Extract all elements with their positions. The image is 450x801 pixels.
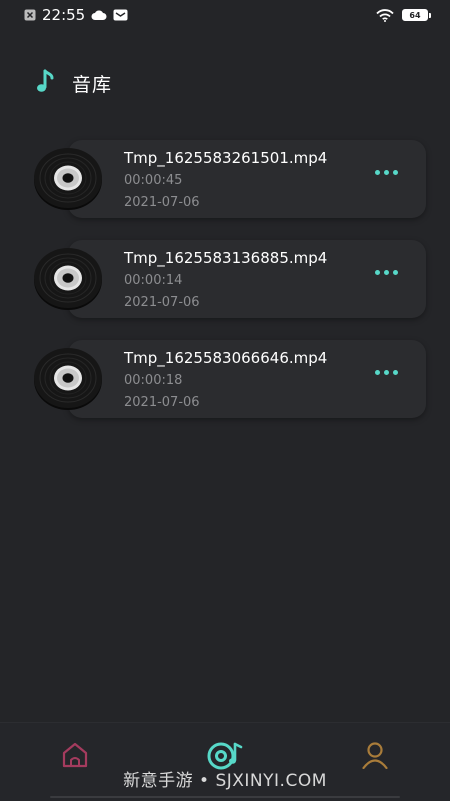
message-icon — [113, 9, 128, 21]
more-options-icon[interactable] — [375, 170, 398, 175]
wifi-icon — [376, 8, 394, 22]
watermark: 新意手游 • SJXINYI.COM — [123, 771, 327, 791]
file-card[interactable]: Tmp_1625583261501.mp4 00:00:45 2021-07-0… — [24, 140, 426, 220]
file-date: 2021-07-06 — [124, 195, 200, 210]
status-right: 64 — [376, 8, 431, 22]
close-box-icon — [24, 9, 36, 21]
file-duration: 00:00:45 — [124, 173, 183, 188]
status-bar: 22:55 64 — [0, 0, 450, 30]
file-date: 2021-07-06 — [124, 295, 200, 310]
battery-icon: 64 — [402, 9, 431, 21]
file-card[interactable]: Tmp_1625583066646.mp4 00:00:18 2021-07-0… — [24, 340, 426, 420]
music-note-icon — [36, 68, 56, 98]
file-duration: 00:00:14 — [124, 273, 183, 288]
file-name: Tmp_1625583261501.mp4 — [124, 149, 328, 167]
status-left: 22:55 — [24, 6, 128, 24]
more-options-icon[interactable] — [375, 370, 398, 375]
file-name: Tmp_1625583066646.mp4 — [124, 349, 328, 367]
home-indicator — [50, 796, 400, 798]
vinyl-disc-icon — [32, 246, 104, 310]
file-name: Tmp_1625583136885.mp4 — [124, 249, 328, 267]
file-date: 2021-07-06 — [124, 395, 200, 410]
page-header: 音库 — [36, 68, 112, 98]
file-duration: 00:00:18 — [124, 373, 183, 388]
vinyl-disc-icon — [32, 346, 104, 410]
file-card[interactable]: Tmp_1625583136885.mp4 00:00:14 2021-07-0… — [24, 240, 426, 320]
battery-level: 64 — [409, 10, 421, 20]
status-time: 22:55 — [42, 6, 86, 24]
file-info: Tmp_1625583136885.mp4 00:00:14 2021-07-0… — [124, 248, 327, 314]
page-title: 音库 — [72, 73, 113, 96]
weather-icon — [91, 9, 107, 21]
file-info: Tmp_1625583261501.mp4 00:00:45 2021-07-0… — [124, 148, 327, 214]
more-options-icon[interactable] — [375, 270, 398, 275]
file-info: Tmp_1625583066646.mp4 00:00:18 2021-07-0… — [124, 348, 327, 414]
vinyl-disc-icon — [32, 146, 104, 210]
